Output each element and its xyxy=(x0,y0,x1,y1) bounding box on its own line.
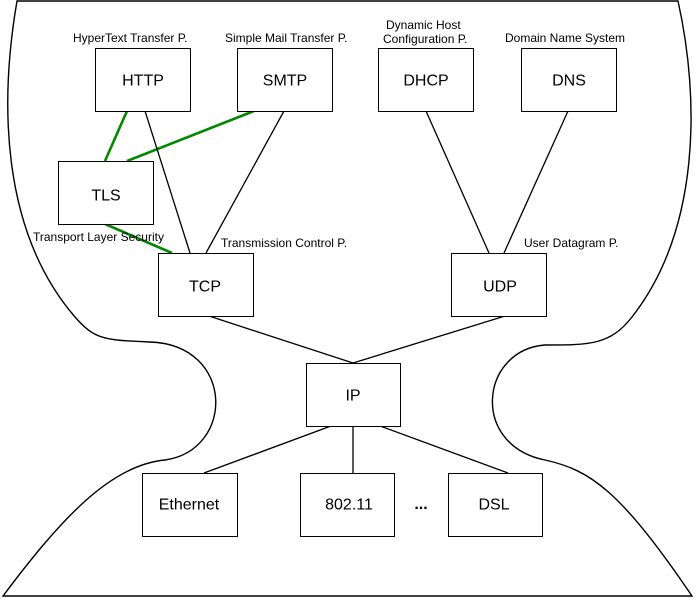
node-label: HTTP xyxy=(122,73,164,90)
node-ip[interactable]: IP xyxy=(306,363,401,427)
node-tls[interactable]: TLS Transport Layer Security xyxy=(33,161,164,245)
edge-dns-udp xyxy=(503,110,569,254)
node-label: DSL xyxy=(478,497,509,514)
node-ethernet[interactable]: Ethernet xyxy=(142,473,238,537)
node-label: 802.11 xyxy=(325,497,373,514)
edge-http-tls xyxy=(103,110,129,162)
node-description: Domain Name System xyxy=(505,31,625,45)
edge-dhcp-udp xyxy=(425,110,490,254)
node-label: DNS xyxy=(552,73,586,90)
node-description: Transport Layer Security xyxy=(33,230,164,244)
node-udp[interactable]: UDP User Datagram P. xyxy=(451,236,619,317)
node-dsl[interactable]: DSL xyxy=(448,473,543,537)
more-link-layers-ellipsis: ... xyxy=(414,496,427,513)
node-description: HyperText Transfer P. xyxy=(73,31,188,45)
edge-udp-ip xyxy=(352,315,506,364)
node-label: IP xyxy=(345,388,360,405)
node-description-line-2: Configuration P. xyxy=(383,32,468,46)
edge-smtp-tcp xyxy=(205,110,285,254)
node-description: Transmission Control P. xyxy=(221,236,347,250)
node-label: TLS xyxy=(91,188,120,205)
node-description-line-1: Dynamic Host xyxy=(386,18,461,32)
node-smtp[interactable]: SMTP Simple Mail Transfer P. xyxy=(225,31,348,112)
node-label: Ethernet xyxy=(159,497,220,514)
edge-ip-dsl xyxy=(379,425,509,474)
node-tcp[interactable]: TCP Transmission Control P. xyxy=(158,236,348,317)
node-dhcp[interactable]: DHCP Dynamic Host Configuration P. xyxy=(378,18,474,112)
edge-smtp-tls xyxy=(126,109,255,163)
node-label: UDP xyxy=(483,279,517,296)
node-label: DHCP xyxy=(403,73,448,90)
node-http[interactable]: HTTP HyperText Transfer P. xyxy=(73,31,191,112)
edge-ip-ethernet xyxy=(203,425,332,474)
node-dns[interactable]: DNS Domain Name System xyxy=(505,31,625,112)
node-description: Simple Mail Transfer P. xyxy=(225,31,348,45)
node-label: SMTP xyxy=(263,73,307,90)
node-802-11[interactable]: 802.11 xyxy=(300,473,395,537)
edge-tcp-ip xyxy=(208,315,354,364)
node-description: User Datagram P. xyxy=(524,236,618,250)
protocol-hourglass-diagram: HTTP HyperText Transfer P. SMTP Simple M… xyxy=(1,0,694,597)
node-label: TCP xyxy=(189,279,221,296)
